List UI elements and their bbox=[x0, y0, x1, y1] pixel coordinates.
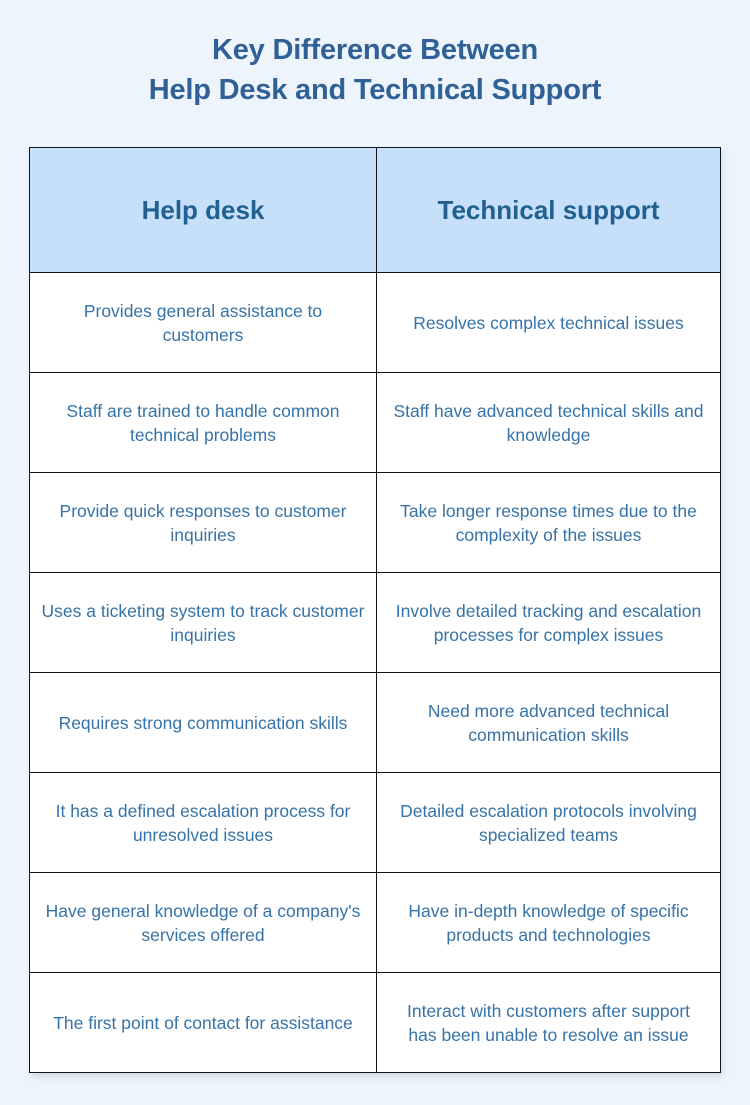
cell-technical-support: Detailed escalation protocols involving … bbox=[376, 772, 721, 873]
column-header-help-desk: Help desk bbox=[29, 147, 377, 273]
column-header-technical-support: Technical support bbox=[376, 147, 721, 273]
cell-help-desk: Have general knowledge of a company's se… bbox=[29, 872, 377, 973]
cell-technical-support: Have in-depth knowledge of specific prod… bbox=[376, 872, 721, 973]
table-head: Help desk Technical support bbox=[29, 147, 721, 273]
cell-technical-support: Staff have advanced technical skills and… bbox=[376, 372, 721, 473]
table-row: Have general knowledge of a company's se… bbox=[29, 872, 721, 973]
cell-help-desk: Staff are trained to handle common techn… bbox=[29, 372, 377, 473]
cell-help-desk: The first point of contact for assistanc… bbox=[29, 972, 377, 1073]
cell-technical-support: Need more advanced technical communicati… bbox=[376, 672, 721, 773]
cell-help-desk: Provides general assistance to customers bbox=[29, 272, 377, 373]
page-title-line-1: Key Difference Between bbox=[212, 34, 538, 66]
cell-help-desk: Provide quick responses to customer inqu… bbox=[29, 472, 377, 573]
table-header-row: Help desk Technical support bbox=[29, 147, 721, 273]
cell-technical-support: Interact with customers after support ha… bbox=[376, 972, 721, 1073]
comparison-table-container: Help desk Technical support Provides gen… bbox=[29, 147, 721, 1073]
infographic-page: Key Difference Between Help Desk and Tec… bbox=[0, 0, 750, 1105]
cell-technical-support: Resolves complex technical issues bbox=[376, 272, 721, 373]
table-row: Provides general assistance to customers… bbox=[29, 272, 721, 373]
comparison-table: Help desk Technical support Provides gen… bbox=[29, 147, 721, 1073]
page-title: Key Difference Between Help Desk and Tec… bbox=[0, 0, 750, 110]
table-row: Requires strong communication skills Nee… bbox=[29, 672, 721, 773]
page-title-line-2: Help Desk and Technical Support bbox=[148, 74, 602, 106]
cell-technical-support: Take longer response times due to the co… bbox=[376, 472, 721, 573]
table-row: Staff are trained to handle common techn… bbox=[29, 372, 721, 473]
cell-help-desk: Uses a ticketing system to track custome… bbox=[29, 572, 377, 673]
table-body: Provides general assistance to customers… bbox=[29, 272, 721, 1073]
table-row: Provide quick responses to customer inqu… bbox=[29, 472, 721, 573]
cell-technical-support: Involve detailed tracking and escalation… bbox=[376, 572, 721, 673]
table-row: Uses a ticketing system to track custome… bbox=[29, 572, 721, 673]
table-row: It has a defined escalation process for … bbox=[29, 772, 721, 873]
cell-help-desk: It has a defined escalation process for … bbox=[29, 772, 377, 873]
cell-help-desk: Requires strong communication skills bbox=[29, 672, 377, 773]
table-row: The first point of contact for assistanc… bbox=[29, 972, 721, 1073]
